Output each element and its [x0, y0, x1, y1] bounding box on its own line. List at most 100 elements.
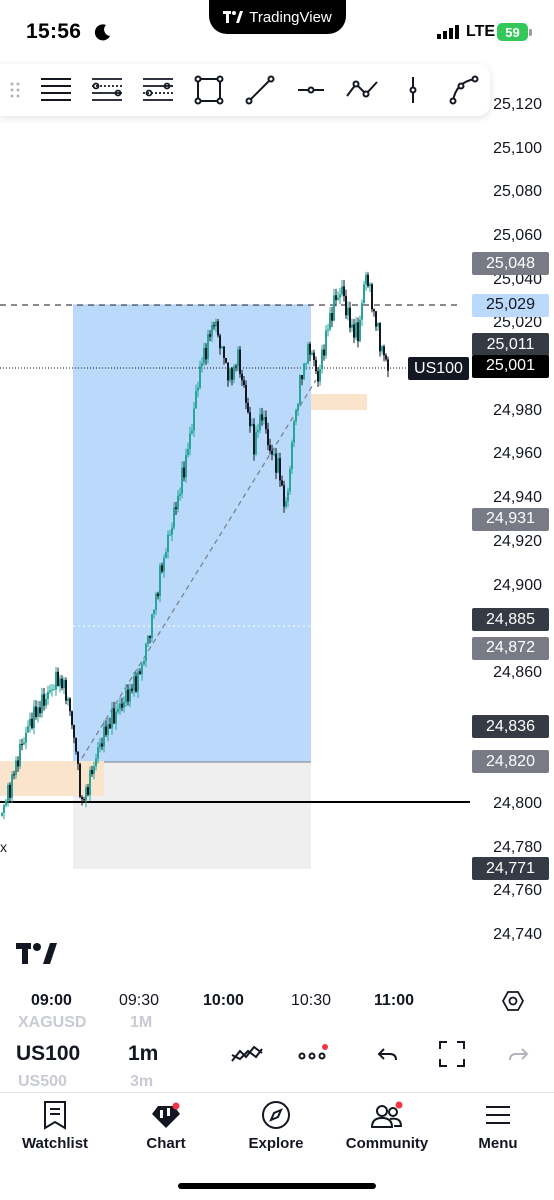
candle-body: [137, 671, 139, 692]
more-button[interactable]: [295, 1038, 331, 1070]
tab-chart[interactable]: Chart: [111, 1093, 221, 1163]
fullscreen-button[interactable]: [434, 1038, 470, 1070]
corner-mark: x: [0, 839, 7, 855]
next-interval[interactable]: 3m: [130, 1073, 153, 1091]
candle-body: [63, 679, 65, 689]
fib-retracement-icon: [91, 78, 122, 101]
tab-explore[interactable]: Explore: [221, 1093, 331, 1163]
compass-icon: [262, 1101, 290, 1129]
interval-selector[interactable]: 1m: [128, 1042, 158, 1066]
candle-body: [125, 689, 127, 703]
tradingview-logo-icon: [223, 11, 244, 23]
drawing-toolbar: [0, 64, 490, 116]
candle-body: [325, 330, 327, 356]
tradingview-watermark-icon: [16, 943, 57, 964]
path-tool[interactable]: [336, 64, 387, 116]
candle-body: [233, 366, 235, 380]
parallel-channel-tool[interactable]: [132, 64, 183, 116]
tab-watchlist[interactable]: Watchlist: [0, 1093, 110, 1163]
candle-body: [9, 784, 11, 798]
tab-label: Menu: [478, 1135, 518, 1152]
candle-body: [367, 274, 369, 287]
demand-zone-right[interactable]: [311, 394, 367, 410]
price-axis-label: 25,080: [493, 183, 542, 201]
candle-body: [377, 322, 379, 327]
candle-body: [369, 284, 371, 287]
candle-body: [43, 694, 45, 706]
candle-body: [157, 593, 159, 597]
price-axis-label: 24,860: [493, 663, 542, 681]
candle-body: [341, 286, 343, 295]
trend-line-tool[interactable]: [234, 64, 285, 116]
horizontal-lines-tool[interactable]: [30, 64, 81, 116]
candle-body: [21, 743, 23, 745]
candle-body: [103, 726, 105, 747]
horizontal-line-tool[interactable]: [285, 64, 336, 116]
candle-body: [87, 787, 89, 795]
path-icon: [345, 80, 378, 98]
candle-body: [187, 448, 189, 455]
candle-body: [245, 385, 247, 403]
price-tag: 24,872: [472, 636, 549, 660]
candle-body: [11, 774, 13, 798]
candle-body: [105, 726, 107, 735]
redo-button[interactable]: [500, 1038, 536, 1070]
candle-body: [19, 743, 21, 767]
candle-body: [67, 698, 69, 701]
undo-icon: [377, 1048, 397, 1061]
candle-body: [179, 493, 181, 496]
prev-interval[interactable]: 1M: [130, 1016, 152, 1032]
candle-body: [329, 313, 331, 330]
candle-body: [249, 412, 251, 427]
chart-settings-icon[interactable]: [502, 990, 524, 1012]
rectangle-icon: [194, 75, 223, 105]
candle-body: [215, 321, 217, 327]
price-tag: 24,836: [472, 715, 549, 739]
price-tag: 24,820: [472, 750, 549, 774]
candle-body: [123, 702, 125, 708]
candle-body: [323, 349, 325, 356]
candle-body: [333, 295, 335, 321]
candle-body: [163, 557, 165, 572]
price-tag: 25,029: [472, 293, 549, 317]
price-axis-label: 24,900: [493, 576, 542, 594]
drag-handle-icon[interactable]: [0, 81, 30, 99]
tab-community[interactable]: Community: [332, 1093, 442, 1163]
candle-body: [107, 724, 109, 735]
candle-body: [387, 359, 389, 371]
curve-tool[interactable]: [438, 64, 489, 116]
candle-body: [79, 763, 81, 797]
symbol-selector[interactable]: US100: [16, 1042, 80, 1066]
candle-body: [221, 346, 223, 349]
battery-icon: 59: [497, 23, 528, 41]
candle-body: [247, 402, 249, 413]
stop-zone[interactable]: [73, 762, 311, 869]
tradingview-pill-label: TradingView: [249, 8, 332, 26]
more-icon: [298, 1044, 328, 1060]
candle-body: [77, 751, 79, 764]
tradingview-pill[interactable]: TradingView: [209, 0, 346, 34]
candle-body: [305, 363, 307, 365]
rectangle-tool[interactable]: [183, 64, 234, 116]
candle-body: [355, 322, 357, 338]
candle-body: [149, 635, 151, 638]
candle-body: [189, 433, 191, 449]
candle-body: [133, 676, 135, 691]
candle-body: [315, 360, 317, 372]
candle-body: [15, 760, 17, 775]
tab-menu[interactable]: Menu: [443, 1093, 553, 1163]
candle-body: [71, 711, 73, 726]
profit-zone[interactable]: [73, 305, 311, 762]
candle-body: [117, 709, 119, 712]
chart-area[interactable]: x 25,120 25,100 25,080 25,060 25,040 25,020 24…: [0, 64, 554, 984]
candle-body: [129, 688, 131, 702]
time-axis[interactable]: 09:00 09:30 10:00 10:30 11:00: [0, 988, 554, 1016]
indicators-button[interactable]: [229, 1038, 265, 1070]
prev-symbol[interactable]: XAGUSD: [18, 1016, 86, 1032]
candle-body: [159, 565, 161, 597]
fib-retracement-tool[interactable]: [81, 64, 132, 116]
undo-button[interactable]: [370, 1038, 406, 1070]
next-symbol[interactable]: US500: [18, 1073, 67, 1091]
vertical-line-tool[interactable]: [387, 64, 438, 116]
moon-icon: [94, 24, 110, 41]
